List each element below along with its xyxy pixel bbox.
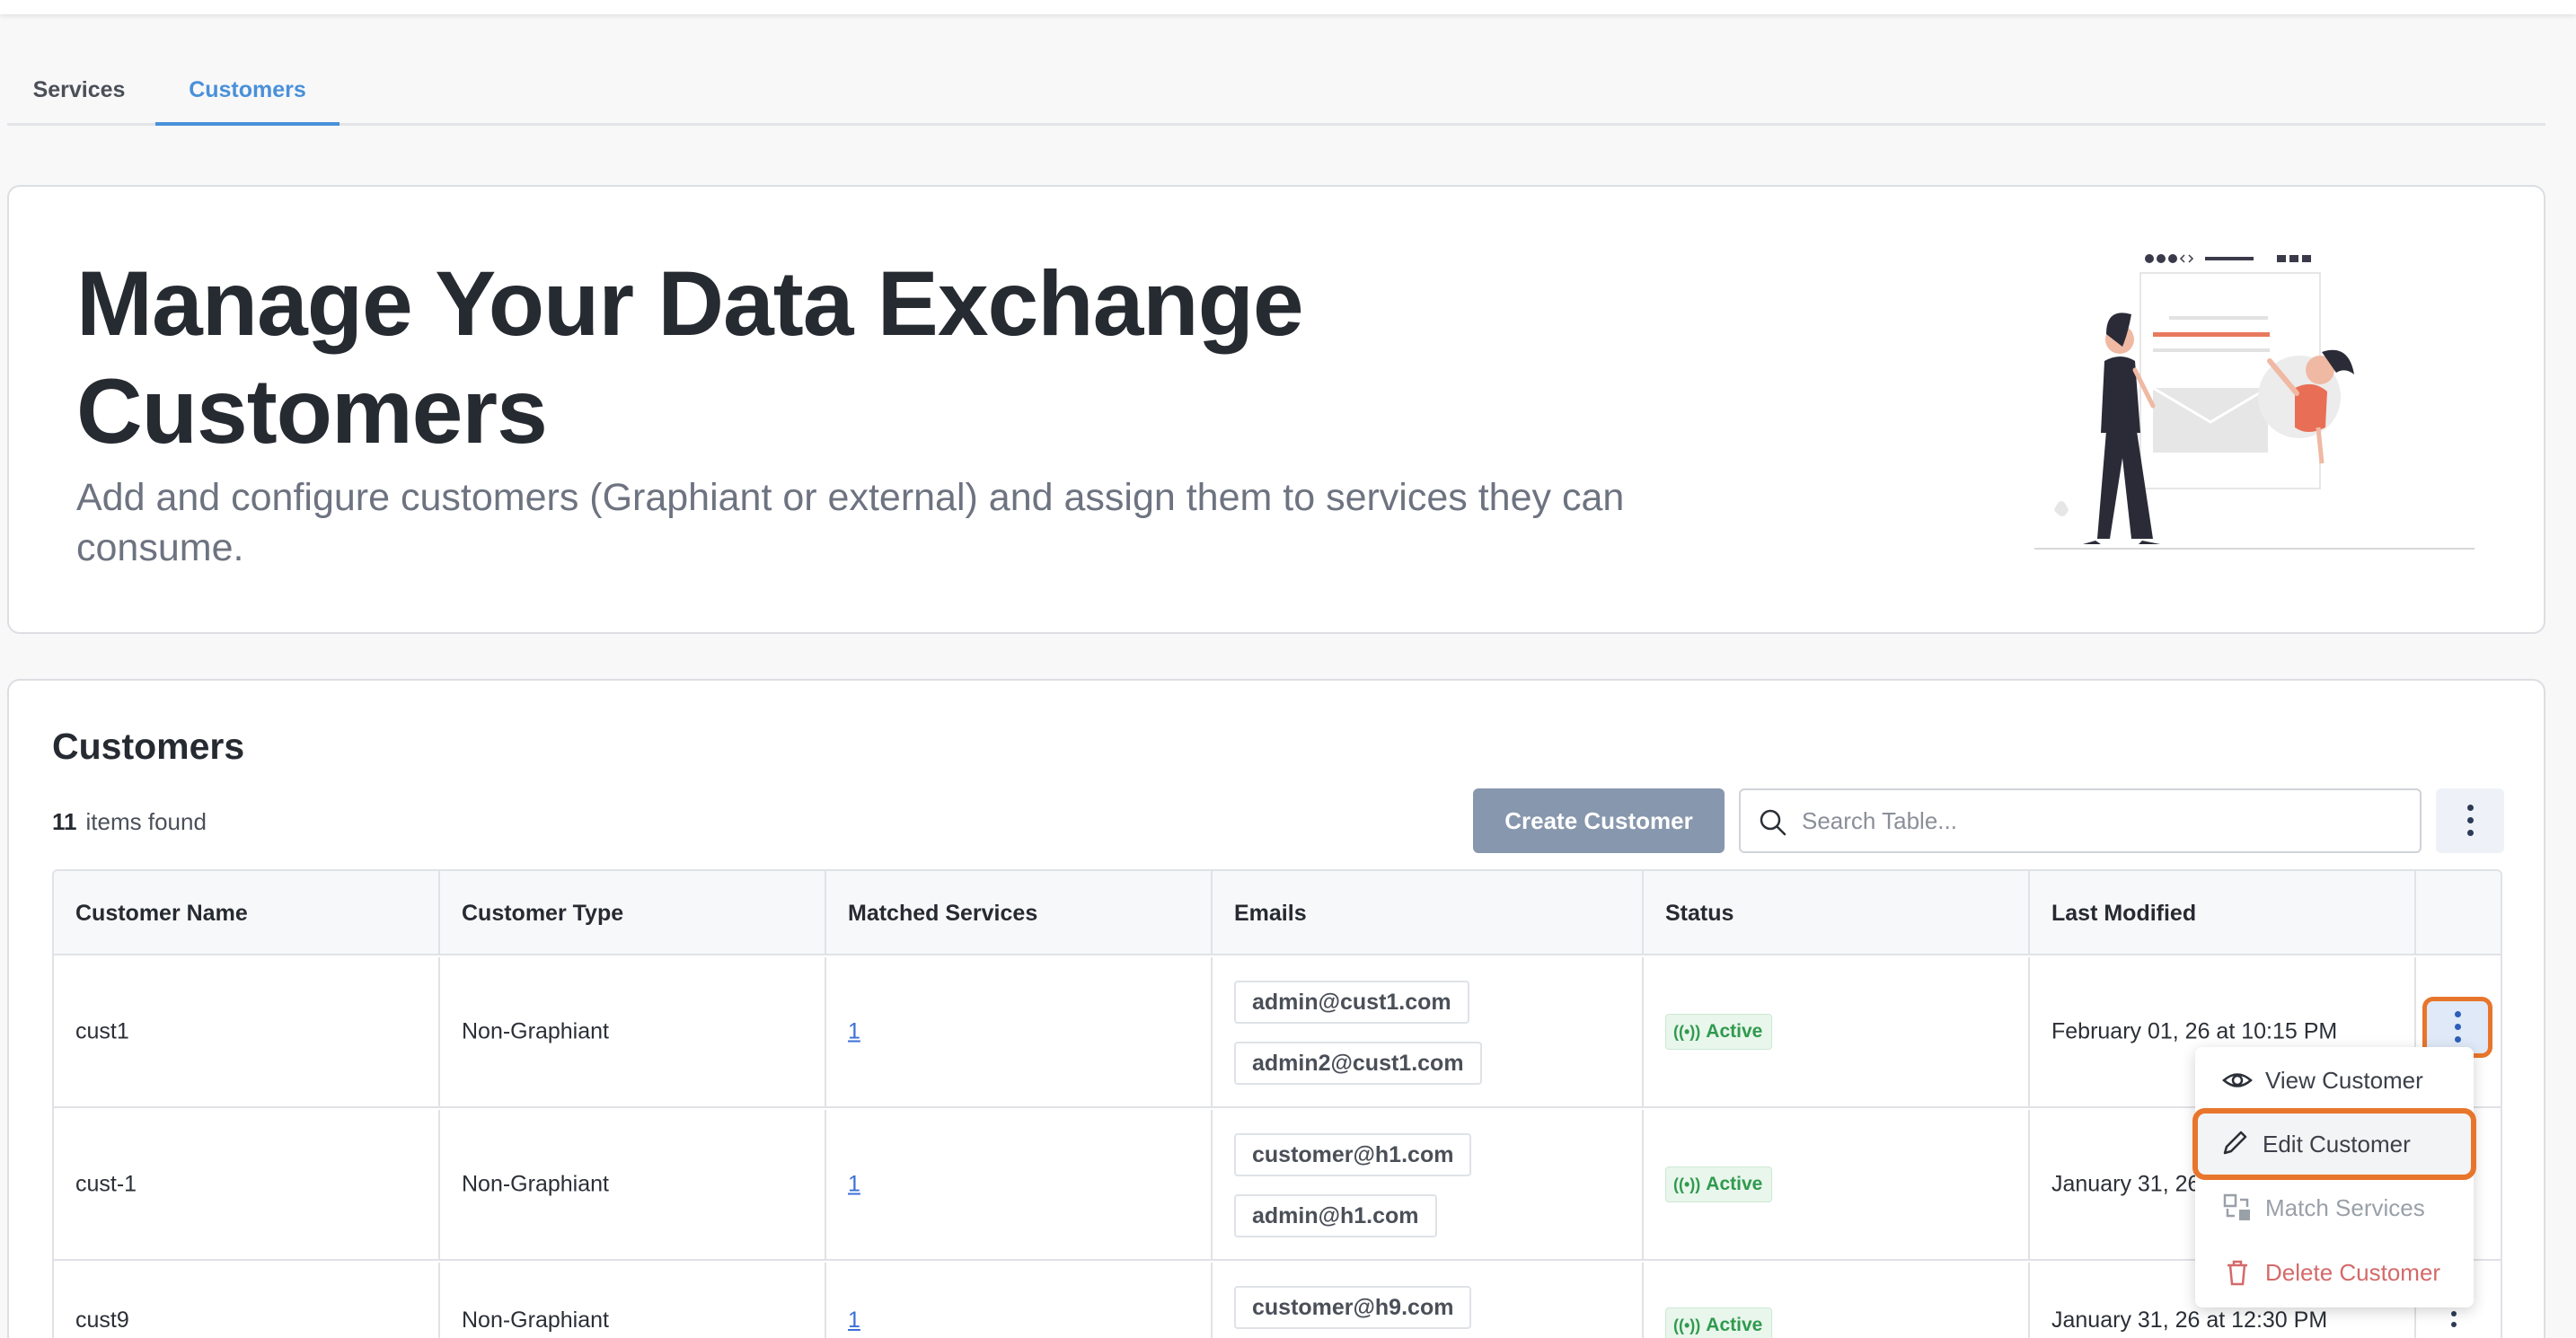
menu-item-delete-customer[interactable]: Delete Customer <box>2195 1241 2474 1304</box>
customers-section-title: Customers <box>52 726 245 767</box>
cell-customer-type: Non-Graphiant <box>440 1263 826 1338</box>
matched-services-link[interactable]: 1 <box>848 1307 860 1334</box>
cell-customer-name: cust1 <box>54 957 440 1106</box>
email-chip: admin@h1.com <box>1234 1194 1437 1237</box>
menu-item-view-customer[interactable]: View Customer <box>2195 1049 2474 1112</box>
email-chip: admin@cust1.com <box>1234 981 1469 1024</box>
customers-panel: Customers 11 items found Create Customer … <box>7 679 2545 1338</box>
cell-customer-type: Non-Graphiant <box>440 957 826 1106</box>
page-subtitle: Add and configure customers (Graphiant o… <box>76 476 1625 569</box>
cell-emails: customer@h1.com admin@h1.com <box>1213 1110 1644 1259</box>
more-vertical-icon <box>2466 805 2474 837</box>
search-input[interactable]: Search Table... <box>1739 788 2422 853</box>
cell-customer-type: Non-Graphiant <box>440 1110 826 1259</box>
create-customer-button[interactable]: Create Customer <box>1473 788 1725 853</box>
column-header-customer-name[interactable]: Customer Name <box>54 871 440 955</box>
page-title: Manage Your Data Exchange Customers <box>76 252 1304 462</box>
items-found-count: 11 items found <box>52 808 207 836</box>
cell-status: ((•)) Active <box>1644 1263 2030 1338</box>
pencil-icon <box>2223 1131 2247 1155</box>
column-header-status[interactable]: Status <box>1644 871 2030 955</box>
cell-matched-services: 1 <box>826 957 1213 1106</box>
cell-matched-services: 1 <box>826 1263 1213 1338</box>
email-chip: customer@h1.com <box>1234 1133 1472 1176</box>
column-header-matched-services[interactable]: Matched Services <box>826 871 1213 955</box>
menu-item-match-services[interactable]: Match Services <box>2195 1176 2474 1239</box>
table-row[interactable]: cust9 Non-Graphiant 1 customer@h9.com ((… <box>54 1263 2501 1338</box>
hero-illustration <box>2034 254 2475 550</box>
column-header-last-modified[interactable]: Last Modified <box>2030 871 2416 955</box>
column-header-customer-type[interactable]: Customer Type <box>440 871 826 955</box>
search-icon <box>1760 809 1786 836</box>
matched-services-link[interactable]: 1 <box>848 1172 860 1198</box>
status-badge: ((•)) Active <box>1665 1307 1773 1338</box>
cell-matched-services: 1 <box>826 1110 1213 1259</box>
more-vertical-icon <box>2454 1011 2461 1043</box>
eye-icon <box>2222 1073 2253 1087</box>
menu-item-edit-customer[interactable]: Edit Customer <box>2192 1108 2476 1180</box>
search-placeholder: Search Table... <box>1802 807 1957 834</box>
cell-emails: admin@cust1.com admin2@cust1.com <box>1213 957 1644 1106</box>
trash-icon <box>2228 1260 2247 1286</box>
cell-emails: customer@h9.com <box>1213 1263 1644 1338</box>
items-count: 11 <box>52 808 77 835</box>
broadcast-icon: ((•)) <box>1673 1023 1701 1041</box>
hero-banner: Manage Your Data Exchange Customers Add … <box>7 185 2545 634</box>
email-chip: customer@h9.com <box>1234 1286 1472 1329</box>
cell-status: ((•)) Active <box>1644 957 2030 1106</box>
table-row[interactable]: cust-1 Non-Graphiant 1 customer@h1.com a… <box>54 1110 2501 1261</box>
table-options-button[interactable] <box>2436 788 2504 853</box>
cell-customer-name: cust-1 <box>54 1110 440 1259</box>
items-label: items found <box>85 808 207 835</box>
broadcast-icon: ((•)) <box>1673 1316 1701 1334</box>
status-badge: ((•)) Active <box>1665 1166 1773 1202</box>
top-bar <box>0 0 2576 14</box>
email-chip: admin2@cust1.com <box>1234 1042 1482 1085</box>
cell-status: ((•)) Active <box>1644 1110 2030 1259</box>
table-row[interactable]: cust1 Non-Graphiant 1 admin@cust1.com ad… <box>54 957 2501 1108</box>
customers-table: Customer Name Customer Type Matched Serv… <box>52 869 2502 1338</box>
status-badge: ((•)) Active <box>1665 1014 1773 1050</box>
match-services-icon <box>2223 1193 2250 1220</box>
column-header-emails[interactable]: Emails <box>1213 871 1644 955</box>
tab-customers[interactable]: Customers <box>155 63 340 126</box>
table-header: Customer Name Customer Type Matched Serv… <box>54 871 2501 955</box>
column-header-actions <box>2416 871 2501 955</box>
broadcast-icon: ((•)) <box>1673 1175 1701 1193</box>
cell-customer-name: cust9 <box>54 1263 440 1338</box>
tab-bar: Services Customers <box>7 63 2545 126</box>
matched-services-link[interactable]: 1 <box>848 1019 860 1045</box>
tab-services[interactable]: Services <box>7 63 151 126</box>
